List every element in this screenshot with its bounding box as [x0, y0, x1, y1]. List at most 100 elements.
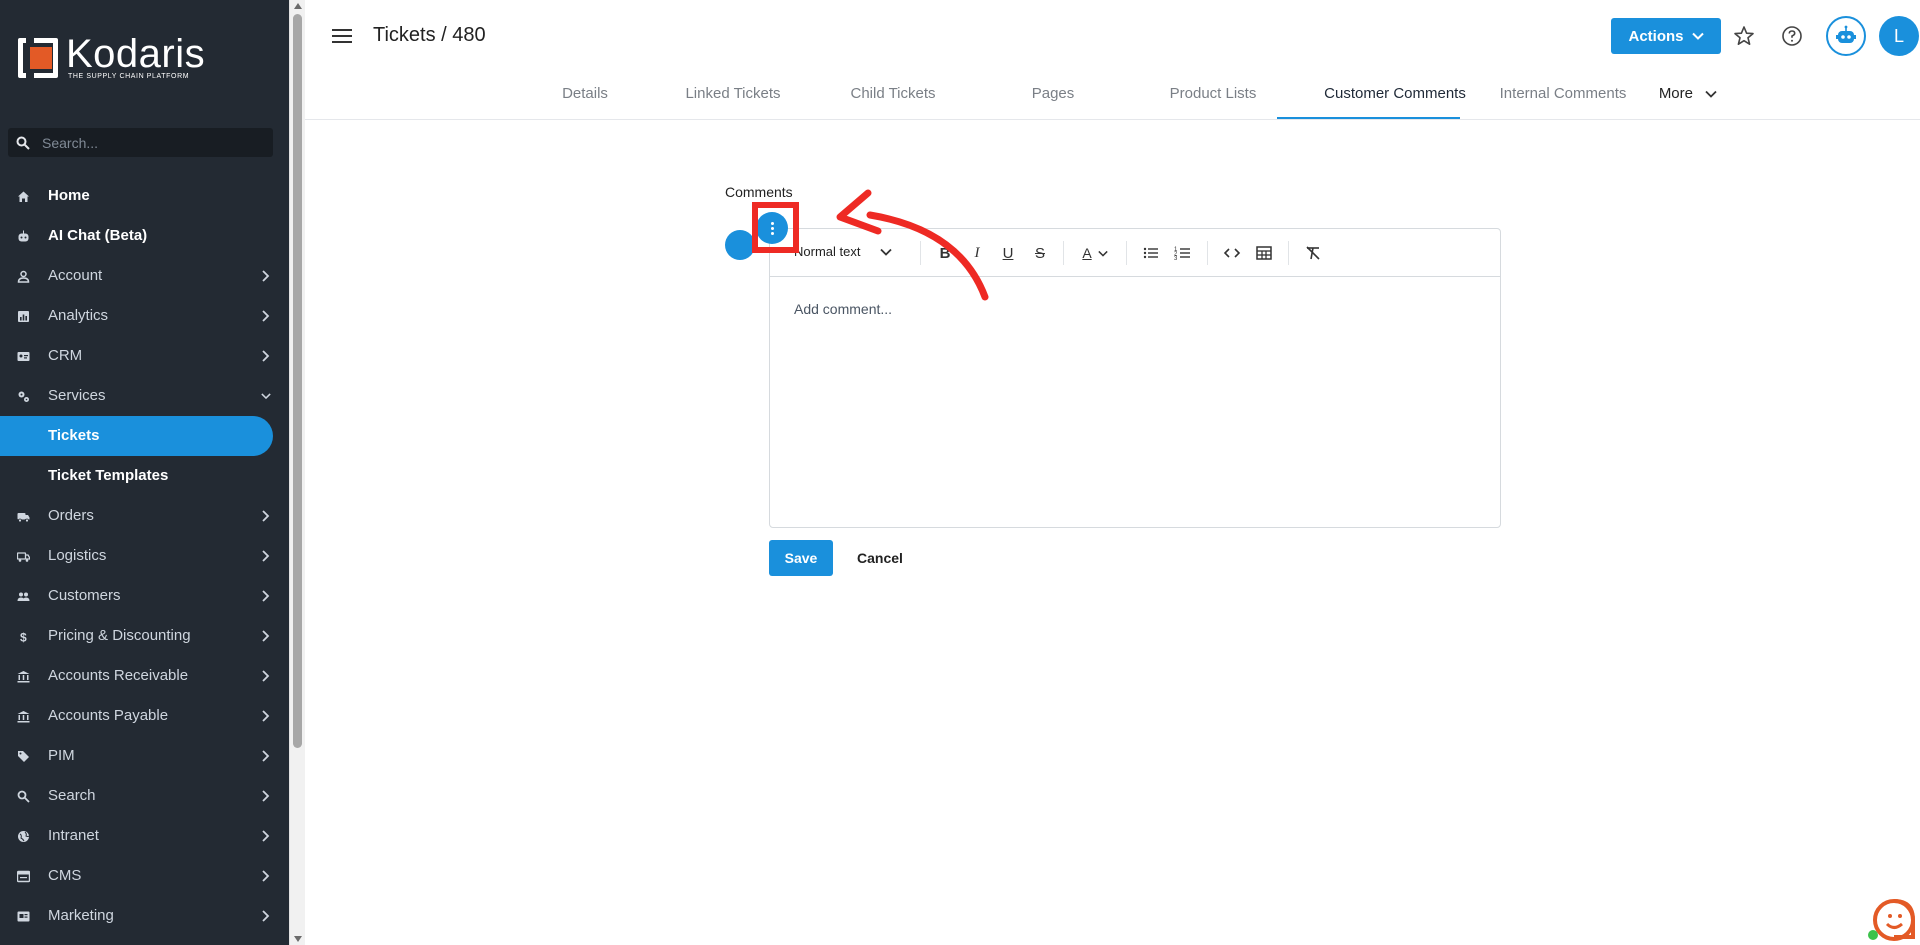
home-icon — [18, 191, 29, 202]
kodaris-logo-icon — [18, 34, 58, 81]
save-button[interactable]: Save — [769, 540, 833, 576]
commenter-avatar — [725, 230, 755, 260]
clear-formatting-icon[interactable] — [1303, 243, 1323, 263]
brand-logo[interactable]: Kodaris THE SUPPLY CHAIN PLATFORM — [18, 31, 206, 81]
tab-customer-comments[interactable]: Customer Comments — [1305, 85, 1485, 102]
star-icon[interactable] — [1732, 24, 1756, 48]
page-title: Tickets / 480 — [373, 24, 486, 46]
code-icon[interactable] — [1222, 243, 1242, 263]
tab-product-lists[interactable]: Product Lists — [1153, 85, 1273, 102]
sidebar-item-label: Logistics — [48, 547, 107, 564]
underline-icon[interactable]: U — [998, 243, 1018, 263]
sidebar-item-cms[interactable]: CMS — [0, 856, 289, 896]
sidebar-item-search[interactable]: Search — [0, 776, 289, 816]
toolbar-divider — [1126, 241, 1127, 265]
toolbar-divider — [1063, 241, 1064, 265]
chevron-down-icon — [1691, 32, 1704, 40]
tab-child-tickets[interactable]: Child Tickets — [833, 85, 953, 102]
tab-pages[interactable]: Pages — [993, 85, 1113, 102]
globe-icon — [18, 831, 30, 842]
scrollbar-thumb[interactable] — [293, 14, 302, 748]
sidebar-item-analytics[interactable]: Analytics — [0, 296, 289, 336]
sidebar-item-logistics[interactable]: Logistics — [0, 536, 289, 576]
sidebar-item-tickets[interactable]: Tickets — [0, 416, 273, 456]
help-icon[interactable] — [1780, 24, 1804, 48]
sidebar-item-label: Accounts Receivable — [48, 667, 189, 684]
sidebar-item-label: PIM — [48, 747, 75, 764]
sidebar-item-account[interactable]: Account — [0, 256, 289, 296]
sidebar-item-intranet[interactable]: Intranet — [0, 816, 289, 856]
contact-card-icon — [17, 352, 30, 361]
sidebar-item-label: Customers — [48, 587, 121, 604]
svg-text:$: $ — [20, 631, 27, 644]
dollar-icon: $ — [20, 631, 27, 644]
sidebar-search[interactable] — [8, 128, 273, 157]
robot-icon — [1836, 25, 1856, 43]
chevron-right-icon — [262, 710, 270, 722]
sidebar-item-accounts-receivable[interactable]: Accounts Receivable — [0, 656, 289, 696]
sidebar-scrollbar[interactable] — [289, 0, 305, 945]
chevron-right-icon — [262, 870, 270, 882]
chevron-right-icon — [262, 590, 270, 602]
chevron-right-icon — [262, 910, 270, 922]
chevron-right-icon — [262, 790, 270, 802]
sidebar-item-marketing[interactable]: Marketing — [0, 896, 289, 936]
sidebar-item-services[interactable]: Services — [0, 376, 289, 416]
chevron-right-icon — [262, 270, 270, 282]
gears-icon — [18, 391, 29, 402]
tab-more-label: More — [1658, 85, 1693, 102]
bulleted-list-icon[interactable] — [1141, 243, 1161, 263]
sidebar-item-ai-chat[interactable]: AI Chat (Beta) — [0, 216, 289, 256]
sidebar-item-home[interactable]: Home — [0, 176, 289, 216]
sidebar-item-orders[interactable]: Orders — [0, 496, 289, 536]
comments-section-label: Comments — [725, 184, 793, 200]
scroll-up-arrow-icon[interactable] — [294, 3, 302, 9]
search-icon — [17, 790, 30, 803]
toolbar-divider — [1207, 241, 1208, 265]
table-icon[interactable] — [1254, 243, 1274, 263]
tab-bar: Details Linked Tickets Child Tickets Pag… — [305, 77, 1920, 120]
delivery-truck-icon — [17, 552, 30, 562]
sidebar-item-pricing[interactable]: $ Pricing & Discounting — [0, 616, 289, 656]
scroll-down-arrow-icon[interactable] — [294, 936, 302, 942]
ai-assistant-button[interactable] — [1826, 16, 1866, 56]
truck-icon — [17, 513, 30, 523]
chevron-right-icon — [262, 550, 270, 562]
sidebar-item-label: Ticket Templates — [48, 467, 169, 484]
sidebar-item-customers[interactable]: Customers — [0, 576, 289, 616]
menu-icon[interactable] — [332, 29, 352, 43]
tab-internal-comments[interactable]: Internal Comments — [1473, 85, 1653, 102]
actions-button[interactable]: Actions — [1611, 18, 1721, 54]
sidebar-item-accounts-payable[interactable]: Accounts Payable — [0, 696, 289, 736]
sidebar-item-crm[interactable]: CRM — [0, 336, 289, 376]
svg-text:3: 3 — [1174, 256, 1178, 262]
sidebar-item-ticket-templates[interactable]: Ticket Templates — [0, 456, 289, 496]
strikethrough-icon[interactable]: S — [1030, 243, 1050, 263]
actions-label: Actions — [1628, 27, 1684, 45]
chevron-right-icon — [262, 670, 270, 682]
support-chat-icon[interactable] — [1866, 892, 1916, 942]
sidebar-item-label: CRM — [48, 347, 83, 364]
numbered-list-icon[interactable]: 123 — [1173, 243, 1193, 263]
sidebar-item-label: Home — [48, 187, 90, 204]
tab-details[interactable]: Details — [535, 85, 635, 102]
sidebar-nav: Home AI Chat (Beta) Account Analytics CR… — [0, 176, 289, 936]
chevron-right-icon — [262, 630, 270, 642]
text-color-icon[interactable]: A — [1077, 243, 1113, 263]
chart-icon — [18, 311, 29, 322]
sidebar-item-label: Services — [48, 387, 106, 404]
user-avatar[interactable]: L — [1879, 16, 1919, 56]
sidebar-item-pim[interactable]: PIM — [0, 736, 289, 776]
sidebar-search-input[interactable] — [42, 134, 262, 151]
cancel-button[interactable]: Cancel — [848, 540, 912, 576]
sidebar-item-label: Orders — [48, 507, 94, 524]
bank-icon — [17, 711, 30, 723]
brand-name: Kodaris — [66, 31, 206, 76]
tab-linked-tickets[interactable]: Linked Tickets — [673, 85, 793, 102]
tab-more[interactable]: More — [1648, 85, 1728, 102]
people-icon — [17, 592, 30, 601]
campaign-icon — [17, 911, 30, 922]
robot-icon — [18, 230, 29, 242]
sidebar-item-label: Intranet — [48, 827, 99, 844]
toolbar-divider — [1288, 241, 1289, 265]
